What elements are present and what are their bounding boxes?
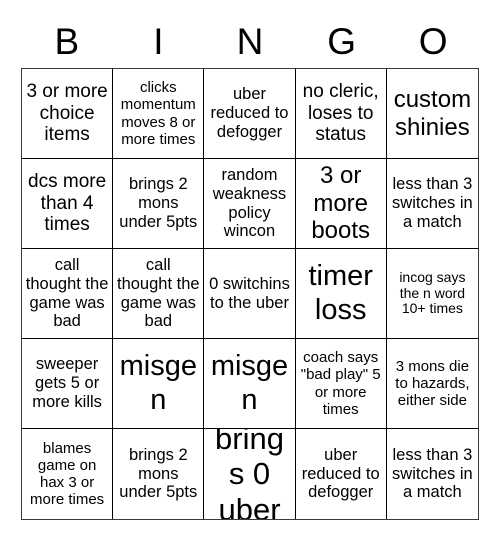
- bingo-square-label: brings 2 mons under 5pts: [119, 175, 198, 231]
- bingo-square-label: brings 0 uber: [215, 429, 284, 519]
- bingo-square[interactable]: brings 0 uber: [204, 429, 296, 519]
- bingo-square-label: incog says the n word 10+ times: [399, 268, 466, 317]
- bingo-square-label: 3 or more choice items: [26, 81, 108, 146]
- bingo-square[interactable]: incog says the n word 10+ times: [386, 249, 478, 339]
- bingo-square[interactable]: 3 or more choice items: [22, 69, 114, 159]
- bingo-square[interactable]: uber reduced to defogger: [204, 69, 296, 159]
- bingo-square[interactable]: misgen: [113, 339, 205, 429]
- bingo-square-label: timer loss: [308, 260, 373, 326]
- bingo-square-label: misgen: [119, 350, 197, 416]
- bingo-square-label: 3 mons die to hazards, either side: [395, 357, 470, 410]
- bingo-square[interactable]: brings 2 mons under 5pts: [113, 429, 205, 519]
- bingo-square-label: no cleric, loses to status: [302, 81, 379, 146]
- bingo-square-label: 0 switchins to the uber: [209, 274, 290, 312]
- bingo-square-label: dcs more than 4 times: [28, 171, 107, 236]
- bingo-card: B I N G O 3 or more choice items clicks m…: [0, 0, 500, 544]
- bingo-square-label: random weakness policy wincon: [212, 165, 287, 241]
- bingo-square[interactable]: clicks momentum moves 8 or more times: [113, 69, 205, 159]
- bingo-square[interactable]: dcs more than 4 times: [22, 159, 114, 249]
- bingo-square[interactable]: timer loss: [295, 249, 387, 339]
- bingo-square-label: call thought the game was bad: [25, 255, 109, 331]
- bingo-square[interactable]: 3 mons die to hazards, either side: [386, 339, 478, 429]
- bingo-square[interactable]: call thought the game was bad: [22, 249, 114, 339]
- bingo-header: B I N G O: [21, 14, 479, 68]
- bingo-square-label: call thought the game was bad: [117, 255, 200, 331]
- bingo-square[interactable]: coach says "bad play" 5 or more times: [295, 339, 387, 429]
- bingo-square[interactable]: blames game on hax 3 or more times: [22, 429, 114, 519]
- bingo-square[interactable]: uber reduced to defogger: [295, 429, 387, 519]
- bingo-square[interactable]: less than 3 switches in a match: [386, 429, 478, 519]
- bingo-square-label: uber reduced to defogger: [301, 445, 380, 502]
- bingo-square[interactable]: misgen: [204, 339, 296, 429]
- bingo-column-letter-i: I: [153, 20, 164, 62]
- bingo-square-label: custom shinies: [393, 86, 472, 141]
- bingo-square[interactable]: brings 2 mons under 5pts: [113, 159, 205, 249]
- bingo-column-letter-o: O: [418, 20, 448, 62]
- bingo-column-letter-g: G: [327, 20, 356, 62]
- bingo-square-label: brings 2 mons under 5pts: [119, 445, 198, 502]
- bingo-square-label: clicks momentum moves 8 or more times: [120, 79, 196, 148]
- bingo-square[interactable]: custom shinies: [386, 69, 478, 159]
- bingo-square-label: uber reduced to defogger: [210, 85, 289, 141]
- bingo-column-letter-b: B: [54, 20, 80, 62]
- bingo-square[interactable]: 3 or more boots: [295, 159, 387, 249]
- bingo-square[interactable]: random weakness policy wincon: [204, 159, 296, 249]
- bingo-square-label: less than 3 switches in a match: [392, 175, 473, 231]
- bingo-square[interactable]: 0 switchins to the uber: [204, 249, 296, 339]
- bingo-square-label: sweeper gets 5 or more kills: [32, 355, 102, 411]
- bingo-square[interactable]: call thought the game was bad: [113, 249, 205, 339]
- bingo-grid: 3 or more choice items clicks momentum mo…: [21, 68, 479, 520]
- bingo-square-label: less than 3 switches in a match: [392, 445, 473, 502]
- bingo-square-label: 3 or more boots: [311, 162, 371, 245]
- bingo-square[interactable]: less than 3 switches in a match: [386, 159, 478, 249]
- bingo-square-label: blames game on hax 3 or more times: [30, 439, 105, 509]
- bingo-column-letter-n: N: [236, 20, 264, 62]
- bingo-square[interactable]: no cleric, loses to status: [295, 69, 387, 159]
- bingo-square[interactable]: sweeper gets 5 or more kills: [22, 339, 114, 429]
- bingo-square-label: misgen: [210, 350, 289, 416]
- bingo-square-label: coach says "bad play" 5 or more times: [300, 349, 381, 418]
